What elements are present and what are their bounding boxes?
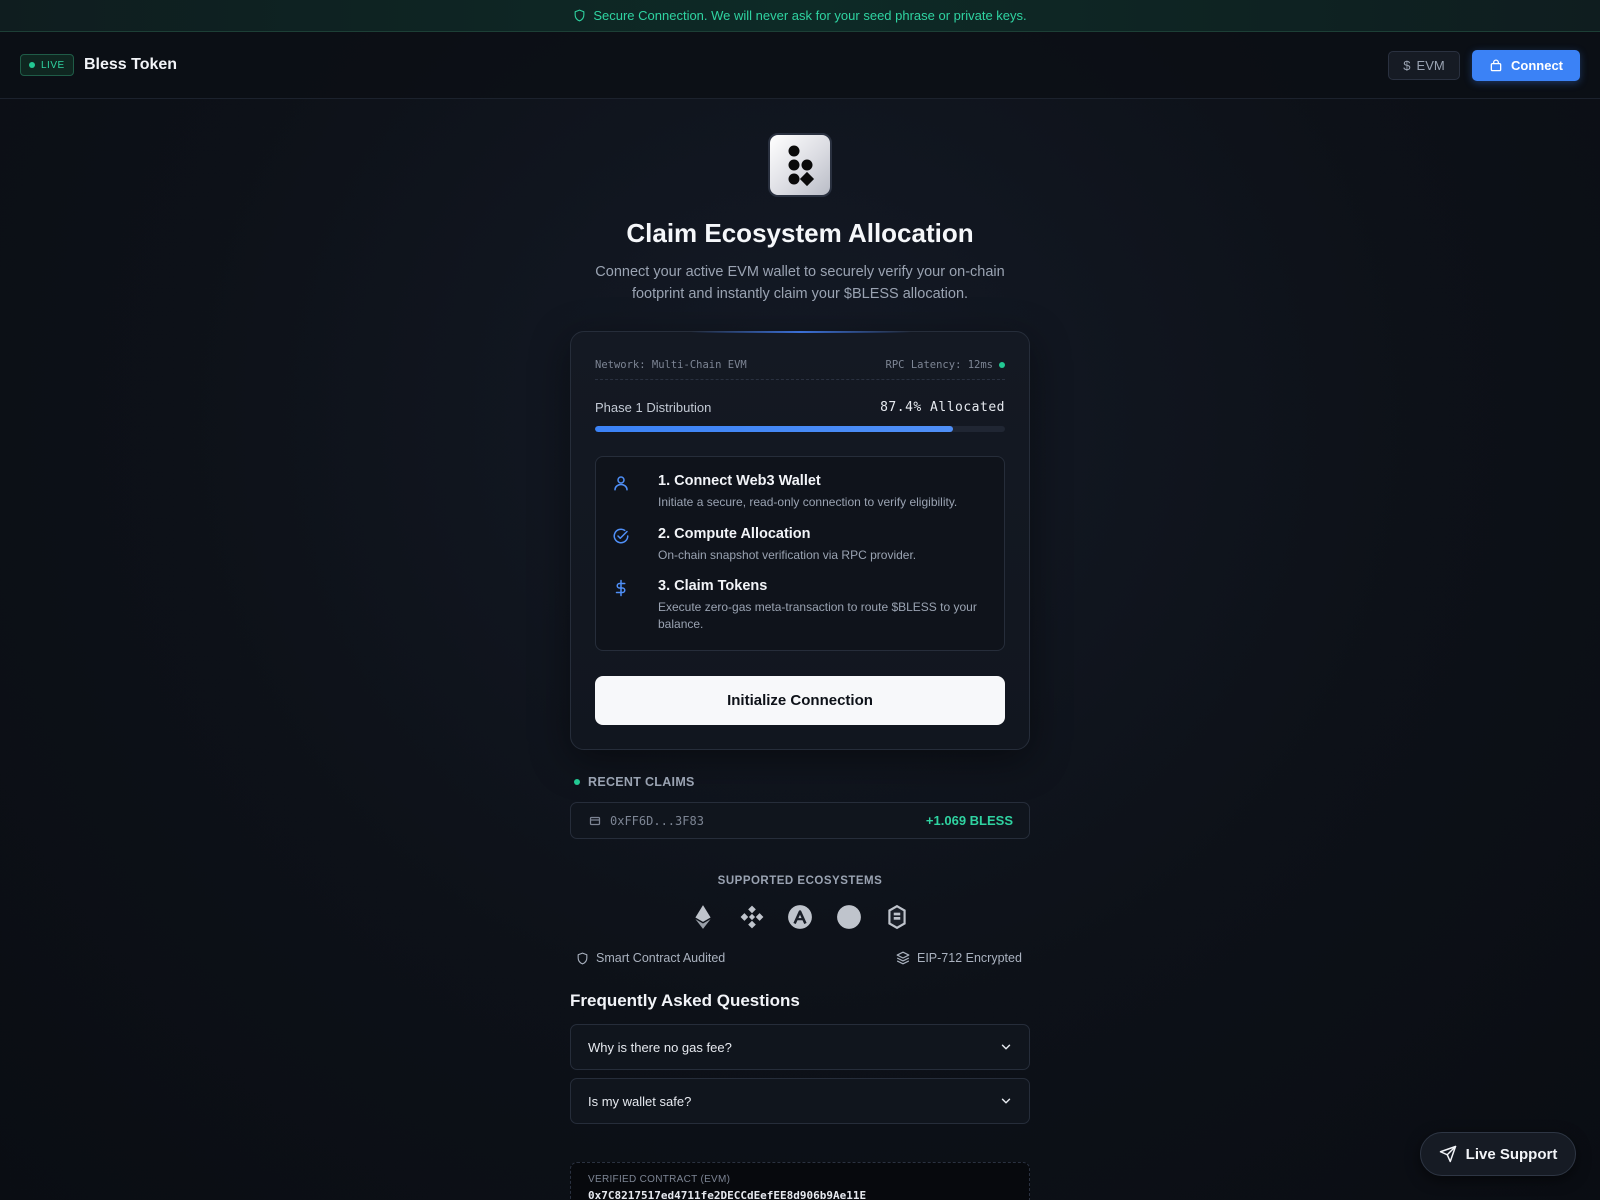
network-button-label: EVM xyxy=(1416,58,1445,73)
shield-icon xyxy=(577,952,588,964)
claim-amount: +1.069 BLESS xyxy=(925,813,1013,828)
page-title: Claim Ecosystem Allocation xyxy=(626,218,974,248)
initialize-connection-button[interactable]: Initialize Connection xyxy=(595,676,1005,725)
security-banner: Secure Connection. We will never ask for… xyxy=(0,0,1600,32)
faq-question: Why is there no gas fee? xyxy=(588,1039,732,1055)
step-desc: Initiate a secure, read-only connection … xyxy=(658,495,958,509)
connect-button-label: Connect xyxy=(1511,58,1563,73)
card-glow xyxy=(691,331,911,333)
network-label: Network: Multi-Chain EVM xyxy=(595,358,747,371)
live-support-button[interactable]: Live Support xyxy=(1420,1132,1576,1176)
recent-claims-label: RECENT CLAIMS xyxy=(588,775,695,789)
user-icon xyxy=(614,476,628,491)
brand-name: Bless Token xyxy=(84,56,178,73)
live-label: LIVE xyxy=(41,59,65,71)
connect-button[interactable]: Connect xyxy=(1472,50,1580,81)
steps-panel: 1. Connect Web3 Wallet Initiate a secure… xyxy=(595,456,1005,651)
network-button[interactable]: $ EVM xyxy=(1388,51,1460,80)
phase-value: 87.4% Allocated xyxy=(880,400,1005,415)
verified-contract-box: VERIFIED CONTRACT (EVM) 0x7C8217517ed471… xyxy=(570,1162,1030,1200)
rpc-status-dot xyxy=(999,361,1005,368)
supported-ecosystems-label: SUPPORTED ECOSYSTEMS xyxy=(717,875,883,887)
faq-item[interactable]: Is my wallet safe? xyxy=(570,1078,1030,1124)
step-title: 1. Connect Web3 Wallet xyxy=(658,473,821,489)
verified-contract-address[interactable]: 0x7C8217517ed4711fe2DECCdEefEE8d906b9Ae1… xyxy=(588,1189,1012,1200)
encryption-badge-label: EIP-712 Encrypted xyxy=(917,951,1022,965)
network-status-row: Network: Multi-Chain EVM RPC Latency: 12… xyxy=(595,356,1005,380)
ecosystem-icons xyxy=(690,903,910,931)
faq-item[interactable]: Why is there no gas fee? xyxy=(570,1024,1030,1070)
live-dot xyxy=(29,62,35,68)
check-circle-icon xyxy=(613,528,629,544)
verified-contract-label: VERIFIED CONTRACT (EVM) xyxy=(588,1174,731,1185)
audit-badge-label: Smart Contract Audited xyxy=(596,951,726,965)
bless-logo-mark xyxy=(788,145,815,187)
arbitrum-icon xyxy=(788,905,812,929)
audit-badge: Smart Contract Audited xyxy=(576,951,725,965)
claim-card: Network: Multi-Chain EVM RPC Latency: 12… xyxy=(570,331,1030,750)
faq-question: Is my wallet safe? xyxy=(588,1093,692,1109)
distribution-progress-bar xyxy=(595,426,1005,432)
ethereum-icon xyxy=(695,905,711,929)
faq-title: Frequently Asked Questions xyxy=(570,991,800,1010)
rpc-latency: RPC Latency: 12ms xyxy=(885,358,993,371)
step-title: 2. Compute Allocation xyxy=(658,526,811,542)
page-subtitle: Connect your active EVM wallet to secure… xyxy=(595,264,1005,302)
encryption-badge: EIP-712 Encrypted xyxy=(896,951,1022,965)
phase-label: Phase 1 Distribution xyxy=(595,400,712,415)
layers-icon xyxy=(896,951,910,965)
dollar-icon xyxy=(615,579,626,597)
card-icon xyxy=(589,816,601,825)
wallet-icon xyxy=(1490,59,1502,71)
phase-row: Phase 1 Distribution 87.4% Allocated xyxy=(595,400,1005,415)
bnb-icon xyxy=(740,905,763,929)
step-desc: On-chain snapshot verification via RPC p… xyxy=(658,548,917,562)
chevron-down-icon xyxy=(1001,1098,1011,1104)
dollar-icon: $ xyxy=(1403,58,1411,73)
top-nav: LIVE Bless Token $ EVM Connect xyxy=(0,32,1600,99)
bless-logo xyxy=(768,133,832,197)
shield-icon xyxy=(574,9,585,22)
recent-claim-row: 0xFF6D...3F83 +1.069 BLESS xyxy=(570,802,1030,839)
distribution-progress-fill xyxy=(595,426,954,432)
step-title: 3. Claim Tokens xyxy=(658,578,768,594)
recent-claims-dot xyxy=(574,779,580,785)
send-icon xyxy=(1439,1145,1456,1163)
polygon-icon xyxy=(836,905,861,929)
live-support-label: Live Support xyxy=(1465,1145,1558,1163)
step-desc: Execute zero-gas meta-transaction to rou… xyxy=(658,600,977,631)
recent-claims-heading: RECENT CLAIMS xyxy=(574,775,695,789)
claim-address: 0xFF6D...3F83 xyxy=(610,813,704,828)
live-badge: LIVE xyxy=(20,54,74,76)
security-banner-text: Secure Connection. We will never ask for… xyxy=(593,8,1027,23)
chevron-down-icon xyxy=(1001,1044,1011,1050)
base-icon xyxy=(888,904,906,930)
